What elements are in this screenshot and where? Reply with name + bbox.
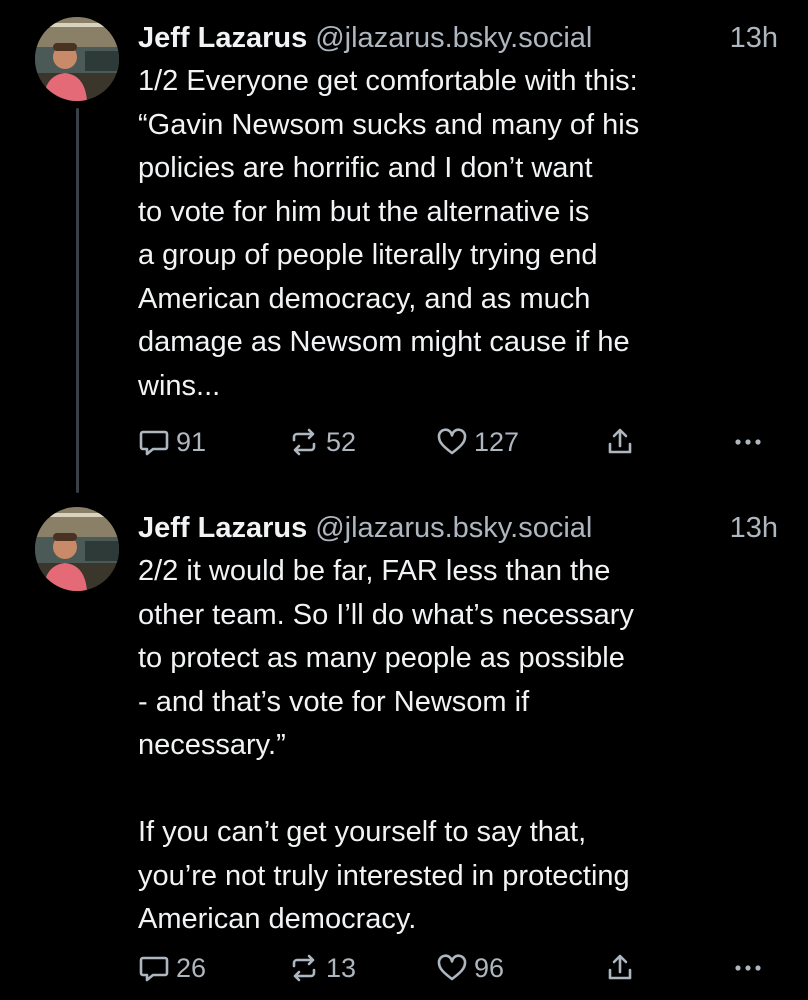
thread-connector-line [76,108,79,493]
post-header: Jeff Lazarus @jlazarus.bsky.social 13h [138,16,788,60]
post-text-line: American democracy. [138,903,417,935]
post-text-line: wins... [138,369,221,402]
reply-bubble-icon [138,952,170,984]
post-text-line: to vote for him but the alternative is [138,195,590,228]
post-text-line: damage as Newsom might cause if he [138,326,630,358]
post-text-line: American democracy, and as much [138,282,591,315]
repost-count: 13 [326,953,357,983]
post-text-line: other team. So I’ll do what’s necessary [138,598,634,631]
repost-arrows-icon [288,426,320,458]
reply-count: 91 [176,427,207,457]
post-timestamp[interactable]: 13h [730,16,778,60]
share-upload-icon [604,952,636,984]
post-timestamp[interactable]: 13h [730,506,778,550]
share-upload-icon [604,426,636,458]
author-handle[interactable]: @jlazarus.bsky.social [315,512,592,544]
author-name[interactable]: Jeff Lazarus [138,512,307,544]
post-text-line: to protect as many people as possible [138,642,625,674]
like-count: 96 [474,953,505,983]
repost-button[interactable]: 13 [288,948,356,988]
like-button[interactable]: 96 [436,948,504,988]
more-dots-icon [732,426,764,458]
heart-icon [436,426,468,458]
post-text-line: - and that’s vote for Newsom if [138,685,530,718]
reply-bubble-icon [138,426,170,458]
post-text-line [138,768,778,812]
more-dots-icon [732,952,764,984]
post-text-line: If you can’t get yourself to say that, [138,816,587,848]
like-count: 127 [474,427,520,457]
reply-button[interactable]: 26 [138,948,206,988]
post-actions: 26 13 96 [138,948,778,988]
post-body: 1/2 Everyone get comfortable with this: … [138,60,778,408]
post-body: 2/2 it would be far, FAR less than the o… [138,550,778,942]
share-button[interactable] [604,948,636,988]
post-text-line: policies are horrific and I don’t want [138,152,593,184]
post-text-line: 2/2 it would be far, FAR less than the [138,555,611,587]
author-avatar[interactable] [35,507,119,591]
like-button[interactable]: 127 [436,422,519,462]
author-name[interactable]: Jeff Lazarus [138,22,307,54]
reply-button[interactable]: 91 [138,422,206,462]
repost-count: 52 [326,427,357,457]
post-text-line: a group of people literally trying end [138,239,598,271]
author-avatar[interactable] [35,17,119,101]
author-handle[interactable]: @jlazarus.bsky.social [315,22,592,54]
post-text-line: 1/2 Everyone get comfortable with this: [138,65,638,97]
post-text-line: “Gavin Newsom sucks and many of his [138,108,640,141]
post-actions: 91 52 127 [138,422,778,462]
repost-arrows-icon [288,952,320,984]
more-options-button[interactable] [732,422,764,462]
heart-icon [436,952,468,984]
reply-count: 26 [176,953,207,983]
share-button[interactable] [604,422,636,462]
post-text-line: necessary.” [138,729,286,761]
post-text-line: you’re not truly interested in protectin… [138,859,630,892]
post-header: Jeff Lazarus @jlazarus.bsky.social 13h [138,506,788,550]
repost-button[interactable]: 52 [288,422,356,462]
more-options-button[interactable] [732,948,764,988]
